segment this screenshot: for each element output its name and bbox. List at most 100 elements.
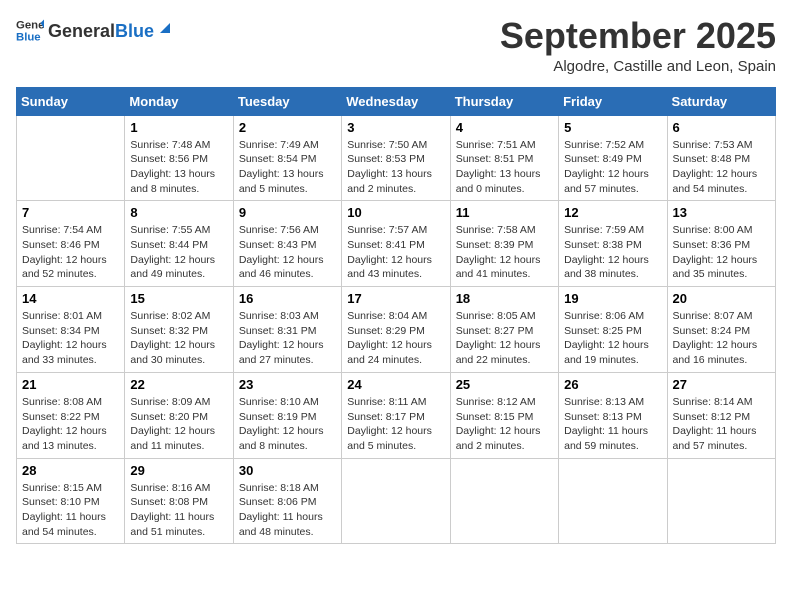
day-number: 1 <box>130 120 227 135</box>
calendar-cell: 13 Sunrise: 8:00 AMSunset: 8:36 PMDayligh… <box>667 201 775 287</box>
day-number: 28 <box>22 463 119 478</box>
calendar-cell: 10Sunrise: 7:57 AMSunset: 8:41 PMDayligh… <box>342 201 450 287</box>
day-info: Sunrise: 7:58 AMSunset: 8:39 PMDaylight:… <box>456 223 553 282</box>
calendar-cell: 19 Sunrise: 8:06 AMSunset: 8:25 PMDayligh… <box>559 287 667 373</box>
day-number: 21 <box>22 377 119 392</box>
weekday-header-thursday: Thursday <box>450 87 558 115</box>
day-info: Sunrise: 8:05 AMSunset: 8:27 PMDaylight:… <box>456 309 553 368</box>
logo-blue-text: Blue <box>115 22 154 42</box>
svg-text:General: General <box>16 19 44 31</box>
calendar-table: SundayMondayTuesdayWednesdayThursdayFrid… <box>16 87 776 545</box>
calendar-cell: 25 Sunrise: 8:12 AMSunset: 8:15 PMDayligh… <box>450 372 558 458</box>
day-number: 8 <box>130 205 227 220</box>
day-info: Sunrise: 8:18 AMSunset: 8:06 PMDaylight:… <box>239 481 336 540</box>
week-row-4: 21 Sunrise: 8:08 AMSunset: 8:22 PMDayligh… <box>17 372 776 458</box>
day-number: 29 <box>130 463 227 478</box>
day-info: Sunrise: 8:14 AMSunset: 8:12 PMDaylight:… <box>673 395 770 454</box>
calendar-cell: 11 Sunrise: 7:58 AMSunset: 8:39 PMDayligh… <box>450 201 558 287</box>
day-info: Sunrise: 8:07 AMSunset: 8:24 PMDaylight:… <box>673 309 770 368</box>
week-row-1: 1 Sunrise: 7:48 AMSunset: 8:56 PMDaylight… <box>17 115 776 201</box>
calendar-cell: 6 Sunrise: 7:53 AMSunset: 8:48 PMDaylight… <box>667 115 775 201</box>
day-number: 19 <box>564 291 661 306</box>
calendar-cell: 20 Sunrise: 8:07 AMSunset: 8:24 PMDayligh… <box>667 287 775 373</box>
day-number: 22 <box>130 377 227 392</box>
calendar-cell: 4 Sunrise: 7:51 AMSunset: 8:51 PMDaylight… <box>450 115 558 201</box>
week-row-3: 14Sunrise: 8:01 AMSunset: 8:34 PMDayligh… <box>17 287 776 373</box>
day-number: 16 <box>239 291 336 306</box>
day-info: Sunrise: 8:04 AMSunset: 8:29 PMDaylight:… <box>347 309 444 368</box>
calendar-cell: 1 Sunrise: 7:48 AMSunset: 8:56 PMDaylight… <box>125 115 233 201</box>
day-number: 13 <box>673 205 770 220</box>
day-info: Sunrise: 8:08 AMSunset: 8:22 PMDaylight:… <box>22 395 119 454</box>
calendar-cell <box>342 458 450 544</box>
day-info: Sunrise: 8:12 AMSunset: 8:15 PMDaylight:… <box>456 395 553 454</box>
day-info: Sunrise: 7:53 AMSunset: 8:48 PMDaylight:… <box>673 138 770 197</box>
day-number: 23 <box>239 377 336 392</box>
calendar-cell: 27 Sunrise: 8:14 AMSunset: 8:12 PMDayligh… <box>667 372 775 458</box>
weekday-header-sunday: Sunday <box>17 87 125 115</box>
day-number: 3 <box>347 120 444 135</box>
day-info: Sunrise: 7:56 AMSunset: 8:43 PMDaylight:… <box>239 223 336 282</box>
week-row-5: 28 Sunrise: 8:15 AMSunset: 8:10 PMDayligh… <box>17 458 776 544</box>
day-info: Sunrise: 8:15 AMSunset: 8:10 PMDaylight:… <box>22 481 119 540</box>
calendar-cell: 24 Sunrise: 8:11 AMSunset: 8:17 PMDayligh… <box>342 372 450 458</box>
weekday-header-saturday: Saturday <box>667 87 775 115</box>
day-number: 6 <box>673 120 770 135</box>
day-info: Sunrise: 7:54 AMSunset: 8:46 PMDaylight:… <box>22 223 119 282</box>
day-info: Sunrise: 8:06 AMSunset: 8:25 PMDaylight:… <box>564 309 661 368</box>
day-number: 30 <box>239 463 336 478</box>
day-number: 18 <box>456 291 553 306</box>
calendar-cell <box>559 458 667 544</box>
weekday-header-monday: Monday <box>125 87 233 115</box>
day-info: Sunrise: 7:59 AMSunset: 8:38 PMDaylight:… <box>564 223 661 282</box>
calendar-cell <box>667 458 775 544</box>
day-info: Sunrise: 8:16 AMSunset: 8:08 PMDaylight:… <box>130 481 227 540</box>
day-number: 26 <box>564 377 661 392</box>
calendar-cell <box>17 115 125 201</box>
day-number: 5 <box>564 120 661 135</box>
day-info: Sunrise: 8:02 AMSunset: 8:32 PMDaylight:… <box>130 309 227 368</box>
calendar-cell: 7 Sunrise: 7:54 AMSunset: 8:46 PMDaylight… <box>17 201 125 287</box>
day-info: Sunrise: 8:11 AMSunset: 8:17 PMDaylight:… <box>347 395 444 454</box>
calendar-cell: 28 Sunrise: 8:15 AMSunset: 8:10 PMDayligh… <box>17 458 125 544</box>
month-title: September 2025 <box>500 16 776 56</box>
day-info: Sunrise: 7:55 AMSunset: 8:44 PMDaylight:… <box>130 223 227 282</box>
weekday-header-wednesday: Wednesday <box>342 87 450 115</box>
logo-triangle-icon <box>156 19 174 37</box>
day-number: 25 <box>456 377 553 392</box>
day-number: 11 <box>456 205 553 220</box>
day-info: Sunrise: 7:48 AMSunset: 8:56 PMDaylight:… <box>130 138 227 197</box>
calendar-cell: 26 Sunrise: 8:13 AMSunset: 8:13 PMDayligh… <box>559 372 667 458</box>
day-number: 24 <box>347 377 444 392</box>
day-info: Sunrise: 8:09 AMSunset: 8:20 PMDaylight:… <box>130 395 227 454</box>
day-info: Sunrise: 7:52 AMSunset: 8:49 PMDaylight:… <box>564 138 661 197</box>
logo: General Blue GeneralBlue <box>16 16 174 44</box>
title-area: September 2025 Algodre, Castille and Leo… <box>500 16 776 75</box>
location-subtitle: Algodre, Castille and Leon, Spain <box>500 58 776 75</box>
calendar-cell: 8 Sunrise: 7:55 AMSunset: 8:44 PMDaylight… <box>125 201 233 287</box>
day-info: Sunrise: 8:03 AMSunset: 8:31 PMDaylight:… <box>239 309 336 368</box>
day-info: Sunrise: 7:49 AMSunset: 8:54 PMDaylight:… <box>239 138 336 197</box>
calendar-cell: 14Sunrise: 8:01 AMSunset: 8:34 PMDayligh… <box>17 287 125 373</box>
day-number: 27 <box>673 377 770 392</box>
day-number: 10 <box>347 205 444 220</box>
day-number: 7 <box>22 205 119 220</box>
day-info: Sunrise: 7:50 AMSunset: 8:53 PMDaylight:… <box>347 138 444 197</box>
calendar-cell <box>450 458 558 544</box>
svg-text:Blue: Blue <box>16 32 41 44</box>
logo-general-text: General <box>48 22 115 42</box>
calendar-cell: 29 Sunrise: 8:16 AMSunset: 8:08 PMDayligh… <box>125 458 233 544</box>
day-info: Sunrise: 8:13 AMSunset: 8:13 PMDaylight:… <box>564 395 661 454</box>
calendar-cell: 16 Sunrise: 8:03 AMSunset: 8:31 PMDayligh… <box>233 287 341 373</box>
day-number: 20 <box>673 291 770 306</box>
calendar-cell: 5 Sunrise: 7:52 AMSunset: 8:49 PMDaylight… <box>559 115 667 201</box>
calendar-cell: 17 Sunrise: 8:04 AMSunset: 8:29 PMDayligh… <box>342 287 450 373</box>
day-info: Sunrise: 8:00 AMSunset: 8:36 PMDaylight:… <box>673 223 770 282</box>
day-info: Sunrise: 7:51 AMSunset: 8:51 PMDaylight:… <box>456 138 553 197</box>
day-number: 4 <box>456 120 553 135</box>
week-row-2: 7 Sunrise: 7:54 AMSunset: 8:46 PMDaylight… <box>17 201 776 287</box>
calendar-cell: 18 Sunrise: 8:05 AMSunset: 8:27 PMDayligh… <box>450 287 558 373</box>
weekday-header-tuesday: Tuesday <box>233 87 341 115</box>
day-number: 17 <box>347 291 444 306</box>
day-info: Sunrise: 8:10 AMSunset: 8:19 PMDaylight:… <box>239 395 336 454</box>
